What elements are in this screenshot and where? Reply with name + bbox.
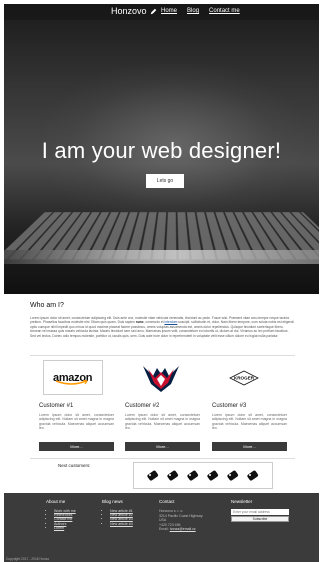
next-customers-carousel[interactable]: [133, 462, 273, 489]
about-text-link[interactable]: interdum: [165, 320, 178, 324]
hero-title: I am your web designer!: [41, 138, 282, 163]
about-section: Who am I? Lorem ipsum dolor sit amet, co…: [30, 302, 295, 338]
footer-blog-heading: Blog news: [102, 499, 123, 504]
customer-more-button[interactable]: More...: [212, 442, 287, 451]
customer-text: Lorem ipsum dolor sit amet, consectetuer…: [39, 413, 114, 431]
customer-title: Customer #1: [39, 403, 74, 409]
brand-name: Honzovo: [111, 6, 147, 16]
customer-tag-logo-icon: [207, 470, 219, 481]
customer-card: Customer #2 Lorem ipsum dolor sit amet, …: [125, 360, 200, 451]
contact-email-label: Email:: [159, 527, 170, 532]
newsletter-subscribe-button[interactable]: Subscribe: [231, 516, 289, 522]
customer-tag-logo-icon: [147, 470, 159, 481]
customer-more-button[interactable]: More...: [39, 442, 114, 451]
nav-link-blog[interactable]: Blog: [187, 8, 199, 14]
brand-logo[interactable]: Honzovo: [111, 6, 157, 16]
footer-blog: Blog news New article #1 New article #2 …: [102, 499, 144, 526]
footer-about-heading: About me: [46, 499, 66, 504]
about-text-part: , commodo et: [143, 320, 165, 325]
about-heading: Who am I?: [30, 302, 64, 309]
footer-about-item: Lorem: [54, 526, 76, 530]
footer-contact-heading: Contact: [159, 499, 175, 504]
top-nav: Honzovo Home Blog Contact me: [4, 4, 319, 20]
copyright: Copyright 2017 - 2018 Honzo: [6, 557, 50, 561]
footer-about: About me Work with me References Contact…: [46, 499, 76, 530]
customer-title: Customer #2: [125, 403, 160, 409]
pencil-icon: [150, 8, 156, 14]
nav-link-contact[interactable]: Contact me: [209, 8, 240, 14]
about-text: Lorem ipsum dolor sit amet, consectetuer…: [30, 316, 295, 338]
newsletter-email-input[interactable]: [231, 509, 289, 515]
footer-newsletter-heading: Newsletter: [231, 499, 253, 504]
capitals-eagle-logo: [143, 365, 179, 392]
divider: [30, 458, 295, 459]
contact-email-line: Email: honza@email.cz: [159, 527, 203, 532]
customer-more-button[interactable]: More...: [125, 442, 200, 451]
customer-title: Customer #3: [212, 403, 247, 409]
kroger-logo: KROGER: [229, 370, 259, 385]
hero-keyboard-edge: [4, 250, 319, 264]
next-customers-label: Next customers:: [58, 463, 91, 468]
page: Honzovo Home Blog Contact me I am your w…: [0, 0, 323, 562]
divider: [30, 355, 295, 356]
customer-tag-logo-icon: [247, 470, 259, 481]
footer-contact: Contact Honzovo s. r. o. 3214 Pacific Co…: [159, 499, 203, 532]
customer-tag-logo-icon: [167, 470, 179, 481]
footer-link[interactable]: Lorem: [54, 526, 64, 530]
customer-tag-logo-icon: [187, 470, 199, 481]
footer-newsletter: Newsletter Subscribe: [231, 499, 289, 522]
nav-link-home[interactable]: Home: [161, 8, 177, 14]
customer-logo-capitals: [131, 360, 191, 395]
customer-card: KROGER Customer #3 Lorem ipsum dolor sit…: [212, 360, 287, 451]
amazon-smile-icon: [55, 379, 88, 385]
kroger-logo-text: KROGER: [234, 375, 255, 380]
customer-card: amazon Customer #1 Lorem ipsum dolor sit…: [39, 360, 114, 451]
customer-text: Lorem ipsum dolor sit amet, consectetuer…: [212, 413, 287, 431]
hero-cta-button[interactable]: Lets go: [146, 174, 184, 188]
customer-tag-logo-icon: [227, 470, 239, 481]
customer-logo-kroger: KROGER: [214, 360, 274, 395]
footer-link[interactable]: New article #4: [110, 522, 133, 526]
customer-text: Lorem ipsum dolor sit amet, consectetuer…: [125, 413, 200, 431]
footer-blog-item: New article #4: [110, 522, 144, 526]
footer: About me Work with me References Contact…: [4, 493, 319, 562]
customer-logo-amazon: amazon: [43, 360, 103, 395]
contact-email-link[interactable]: honza@email.cz: [170, 527, 196, 531]
about-text-highlight: nunc: [135, 320, 144, 325]
